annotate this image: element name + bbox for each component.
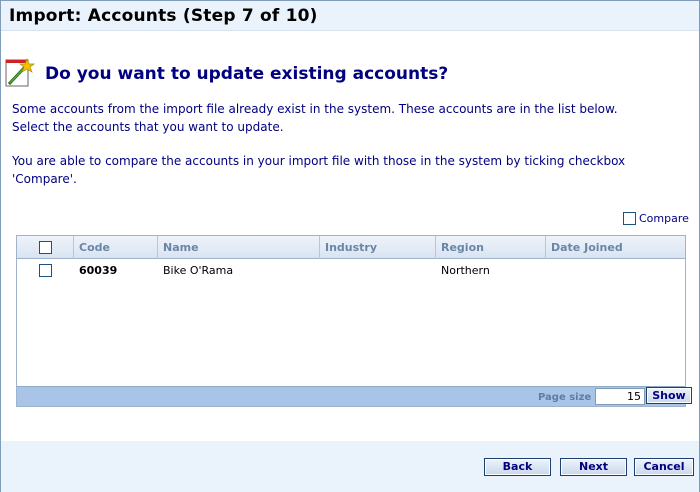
row-industry — [320, 261, 436, 281]
wizard-footer: Back Next Cancel — [1, 441, 699, 492]
table-row[interactable]: 60039 Bike O'Rama Northern — [17, 261, 685, 281]
intro-line-2: Select the accounts that you want to upd… — [12, 120, 284, 134]
row-code: 60039 — [79, 264, 118, 277]
select-all-cell — [17, 236, 74, 259]
compare-label: Compare — [639, 212, 689, 225]
cancel-button[interactable]: Cancel — [634, 458, 694, 476]
next-button[interactable]: Next — [560, 458, 627, 476]
compare-line-2: 'Compare'. — [12, 172, 77, 186]
import-wizard-window: Import: Accounts (Step 7 of 10) Do you w… — [0, 0, 700, 492]
wizard-wand-icon — [5, 58, 35, 87]
column-header-code[interactable]: Code — [74, 236, 158, 259]
row-region: Northern — [441, 264, 490, 277]
row-date-joined — [546, 261, 685, 281]
compare-line-1: You are able to compare the accounts in … — [12, 154, 626, 168]
column-header-name[interactable]: Name — [158, 236, 320, 259]
select-all-checkbox[interactable] — [39, 241, 52, 254]
grid-pager: Page size Show — [17, 386, 692, 406]
page-size-input[interactable] — [595, 388, 645, 405]
back-button[interactable]: Back — [484, 458, 551, 476]
page-question: Do you want to update existing accounts? — [45, 64, 449, 84]
title-bar: Import: Accounts (Step 7 of 10) — [1, 1, 699, 31]
accounts-grid: Code Name Industry Region Date Joined 60… — [16, 235, 692, 407]
page-size-label: Page size — [538, 392, 592, 403]
column-header-region[interactable]: Region — [436, 236, 546, 259]
intro-paragraph: Some accounts from the import file alrea… — [12, 100, 692, 136]
compare-paragraph: You are able to compare the accounts in … — [12, 152, 692, 188]
column-header-date-joined[interactable]: Date Joined — [546, 236, 685, 259]
show-button[interactable]: Show — [646, 387, 692, 404]
row-checkbox[interactable] — [39, 264, 52, 277]
row-name: Bike O'Rama — [163, 264, 234, 277]
compare-checkbox[interactable] — [623, 212, 636, 225]
compare-option[interactable]: Compare — [623, 212, 689, 225]
window-title: Import: Accounts (Step 7 of 10) — [9, 6, 318, 26]
column-header-industry[interactable]: Industry — [320, 236, 436, 259]
grid-header: Code Name Industry Region Date Joined — [17, 236, 685, 259]
intro-line-1: Some accounts from the import file alrea… — [12, 102, 618, 116]
